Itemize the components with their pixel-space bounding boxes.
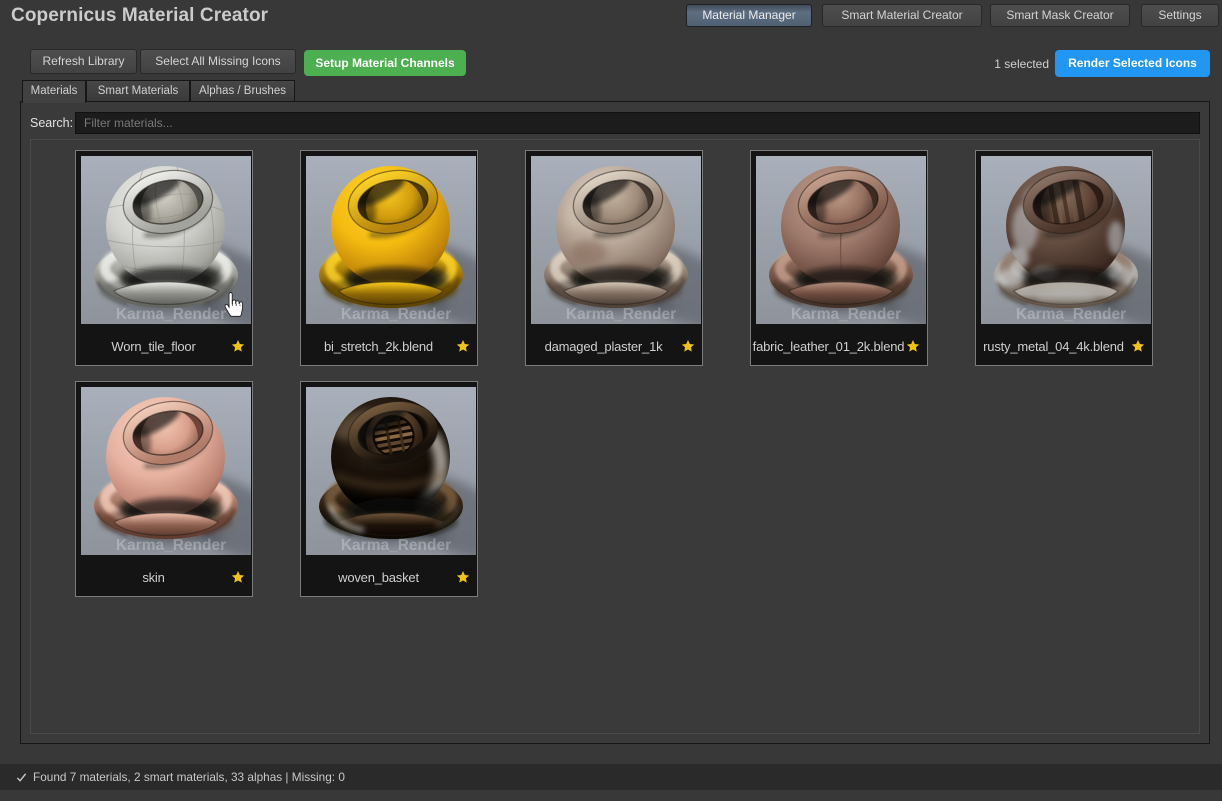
- svg-text:Karma_Render: Karma_Render: [341, 306, 451, 323]
- svg-text:Karma_Render: Karma_Render: [116, 306, 226, 323]
- svg-text:Karma_Render: Karma_Render: [566, 306, 676, 323]
- svg-text:Karma_Render: Karma_Render: [791, 306, 901, 323]
- svg-text:Karma_Render: Karma_Render: [1016, 306, 1126, 323]
- svg-text:Karma_Render: Karma_Render: [116, 537, 226, 554]
- svg-text:Karma_Render: Karma_Render: [341, 537, 451, 554]
